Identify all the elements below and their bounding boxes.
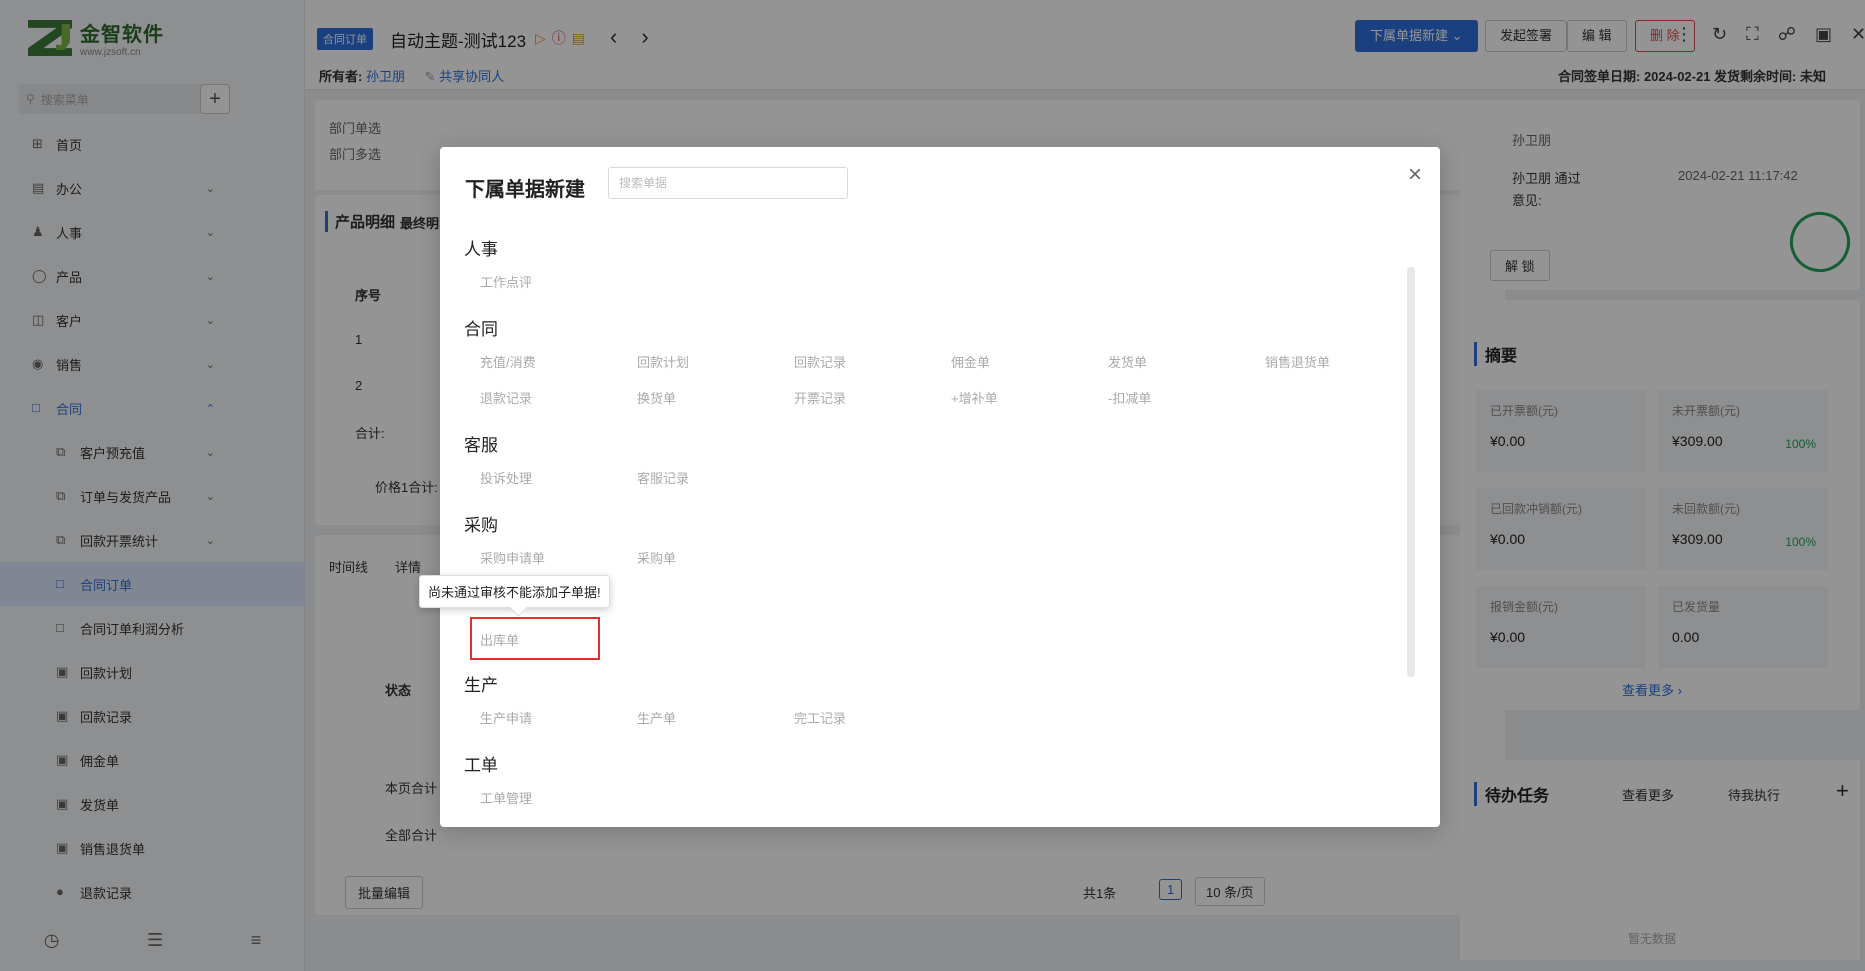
section-title: 工单 (464, 756, 498, 775)
doc-type-item[interactable]: 生产申请 (480, 708, 532, 727)
doc-type-item[interactable]: 回款计划 (637, 352, 689, 371)
doc-type-item[interactable]: 投诉处理 (480, 468, 532, 487)
doc-type-item[interactable]: 开票记录 (794, 388, 846, 407)
section-hr: 人事 工作点评 (464, 235, 532, 290)
doc-type-item[interactable]: 退款记录 (480, 388, 532, 407)
section-title: 客服 (464, 436, 498, 455)
tooltip: 尚未通过审核不能添加子单据! (419, 575, 610, 608)
section-title: 采购 (464, 516, 498, 535)
doc-type-item[interactable]: 换货单 (637, 388, 676, 407)
document-search-input[interactable] (608, 167, 848, 199)
doc-type-item[interactable]: 充值/消费 (480, 352, 536, 371)
section-service: 客服 投诉处理 客服记录 (464, 431, 689, 486)
section-title: 人事 (464, 240, 498, 259)
close-icon[interactable]: × (1408, 163, 1422, 187)
doc-type-item[interactable]: 采购单 (637, 548, 676, 567)
section-title: 生产 (464, 676, 498, 695)
modal-scrollbar[interactable] (1407, 267, 1415, 677)
doc-type-item[interactable]: +增补单 (951, 388, 998, 407)
section-title: 合同 (464, 320, 498, 339)
section-contract: 合同 充值/消费 回款计划 回款记录 佣金单 发货单 销售退货单 退款记录 换货… (464, 315, 1330, 406)
doc-type-item[interactable]: 销售退货单 (1265, 352, 1330, 371)
doc-type-item[interactable]: 工单管理 (480, 788, 532, 807)
doc-type-item-outbound[interactable]: 出库单 (480, 630, 519, 649)
sidebar-modal-shade (0, 0, 305, 971)
sub-document-modal: 下属单据新建 × 人事 工作点评 合同 充值/消费 回款计划 回款记录 佣金单 … (419, 147, 1440, 827)
modal-title: 下属单据新建 (465, 179, 585, 201)
doc-type-item[interactable]: 发货单 (1108, 352, 1147, 371)
doc-type-item[interactable]: -扣减单 (1108, 388, 1151, 407)
doc-type-item[interactable]: 生产单 (637, 708, 676, 727)
doc-type-item[interactable]: 回款记录 (794, 352, 846, 371)
doc-type-item[interactable]: 客服记录 (637, 468, 689, 487)
doc-type-item[interactable]: 工作点评 (480, 272, 532, 291)
section-work-order: 工单 工单管理 (464, 751, 532, 806)
doc-type-item[interactable]: 佣金单 (951, 352, 990, 371)
section-purchase: 采购 采购申请单 采购单 (464, 511, 676, 566)
section-production: 生产 生产申请 生产单 完工记录 (464, 671, 846, 726)
doc-type-item[interactable]: 完工记录 (794, 708, 846, 727)
doc-type-item[interactable]: 采购申请单 (480, 548, 545, 567)
